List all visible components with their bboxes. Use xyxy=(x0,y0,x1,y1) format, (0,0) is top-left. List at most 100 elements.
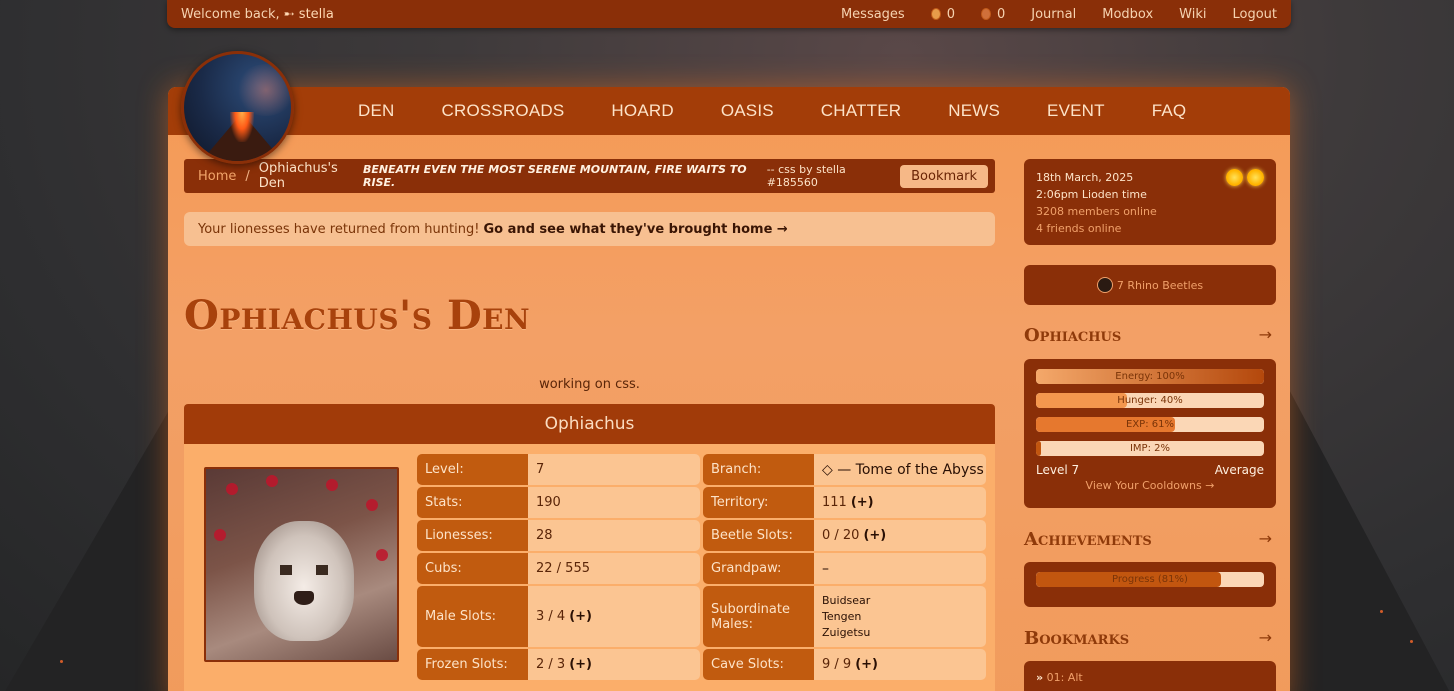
imp-bar: IMP: 2% xyxy=(1036,441,1264,456)
coin-icon xyxy=(930,8,941,20)
flower-decoration xyxy=(376,549,388,561)
arrow-right-icon[interactable]: → xyxy=(1259,529,1276,550)
lion-stats-grid: Level: 7 Branch: ◇ — Tome of the Abyss Sta… xyxy=(417,454,987,680)
subordinate-link[interactable]: Buidsear xyxy=(822,593,870,609)
nav-den[interactable]: DEN xyxy=(358,101,395,121)
den-quote: BENEATH EVEN THE MOST SERENE MOUNTAIN, F… xyxy=(363,163,747,189)
energy-bar: Energy: 100% xyxy=(1036,369,1264,384)
site-logo-avatar[interactable] xyxy=(181,51,294,164)
background-mountain-left xyxy=(0,400,175,691)
alert-link[interactable]: Go and see what they've brought home → xyxy=(483,222,787,237)
main-nav: DEN CROSSROADS HOARD OASIS CHATTER NEWS … xyxy=(168,87,1290,135)
stat-frozen-slots: Frozen Slots: 2 / 3 (+) xyxy=(417,649,700,680)
nav-oasis[interactable]: OASIS xyxy=(721,101,774,121)
welcome-message: Welcome back, ➸ stella xyxy=(181,6,334,22)
sidebar-bookmarks-title: Bookmarks → xyxy=(1024,628,1276,649)
stat-stats: Stats: 190 xyxy=(417,487,700,518)
stat-beetle-slots: Beetle Slots: 0 / 20 (+) xyxy=(703,520,986,551)
members-online[interactable]: 3208 members online xyxy=(1036,203,1264,220)
messages-link[interactable]: Messages xyxy=(841,7,905,22)
hunger-bar: Hunger: 40% xyxy=(1036,393,1264,408)
weather-indicator xyxy=(1226,169,1264,186)
breadcrumb-current: Ophiachus's Den xyxy=(258,161,338,191)
frozen-add-button[interactable]: (+) xyxy=(569,657,592,672)
alert-text: Your lionesses have returned from huntin… xyxy=(198,221,480,237)
lion-eyes xyxy=(280,565,328,575)
nav-event[interactable]: EVENT xyxy=(1047,101,1105,121)
nav-faq[interactable]: FAQ xyxy=(1152,101,1187,121)
mood-label: Average xyxy=(1214,463,1264,477)
beetles-box[interactable]: 7 Rhino Beetles xyxy=(1024,265,1276,305)
smoke-plume xyxy=(236,64,291,116)
nav-news[interactable]: NEWS xyxy=(948,101,1000,121)
breadcrumb-separator: / xyxy=(245,168,250,184)
den-status: working on css. xyxy=(539,377,640,392)
nav-chatter[interactable]: CHATTER xyxy=(821,101,901,121)
flower-decoration xyxy=(326,479,338,491)
beetle-count: 7 Rhino Beetles xyxy=(1116,278,1204,292)
ember-decoration xyxy=(1410,640,1413,643)
css-credit: -- css by stella #185560 xyxy=(766,163,846,189)
currency-gems[interactable]: 0 xyxy=(980,7,1005,22)
flower-decoration xyxy=(266,475,278,487)
lava-glow xyxy=(230,112,254,142)
flower-decoration xyxy=(214,529,226,541)
friends-online[interactable]: 4 friends online xyxy=(1036,220,1264,237)
stat-subordinates: Subordinate Males: Buidsear Tengen Zuige… xyxy=(703,586,986,647)
arrow-right-icon[interactable]: → xyxy=(1259,325,1276,346)
lion-face xyxy=(254,521,354,641)
lion-status-box: Energy: 100% Hunger: 40% EXP: 61% IMP: 2… xyxy=(1024,359,1276,508)
territory-add-button[interactable]: (+) xyxy=(851,495,874,510)
page-title: Ophiachus's Den xyxy=(184,292,531,339)
beetle-add-button[interactable]: (+) xyxy=(863,528,886,543)
stat-cave-slots: Cave Slots: 9 / 9 (+) xyxy=(703,649,986,680)
currency-gold[interactable]: 0 xyxy=(930,7,955,22)
ember-decoration xyxy=(60,660,63,663)
achievements-box: Progress (81%) xyxy=(1024,562,1276,607)
subordinate-link[interactable]: Tengen xyxy=(822,609,870,625)
journal-link[interactable]: Journal xyxy=(1031,7,1076,22)
logout-link[interactable]: Logout xyxy=(1232,7,1277,22)
sidebar-achievements-title: Achievements → xyxy=(1024,529,1276,550)
cave-add-button[interactable]: (+) xyxy=(855,657,878,672)
lion-card: Ophiachus Level: 7 Branch: ◇ — Tome of the… xyxy=(184,404,995,691)
beetle-icon xyxy=(1096,277,1113,293)
top-links: Messages 0 0 Journal Modbox Wiki Logout xyxy=(815,7,1277,22)
gem-icon xyxy=(980,8,991,20)
stat-level: Level: 7 xyxy=(417,454,700,485)
flower-decoration xyxy=(366,499,378,511)
arrow-right-icon[interactable]: → xyxy=(1259,628,1276,649)
flower-decoration xyxy=(226,483,238,495)
sidebar-lion-title: Ophiachus → xyxy=(1024,325,1276,346)
bookmark-button[interactable]: Bookmark xyxy=(900,164,988,188)
hunting-alert: Your lionesses have returned from huntin… xyxy=(184,212,995,246)
bookmark-item[interactable]: » 01: Alt xyxy=(1036,671,1264,684)
male-add-button[interactable]: (+) xyxy=(569,609,592,624)
breadcrumb: Home / Ophiachus's Den BENEATH EVEN THE … xyxy=(184,159,995,193)
level-row: Level 7 Average xyxy=(1036,463,1264,477)
bookmarks-box: » 01: Alt xyxy=(1024,661,1276,691)
exp-bar: EXP: 61% xyxy=(1036,417,1264,432)
lioden-time: 2:06pm Lioden time xyxy=(1036,188,1147,201)
stat-grandpaw: Grandpaw: – xyxy=(703,553,986,584)
sun-icon xyxy=(1247,169,1264,186)
sun-icon xyxy=(1226,169,1243,186)
breadcrumb-home[interactable]: Home xyxy=(198,169,236,184)
modbox-link[interactable]: Modbox xyxy=(1102,7,1153,22)
lion-image[interactable] xyxy=(204,467,399,662)
lion-name-header: Ophiachus xyxy=(184,404,995,444)
background-mountain-right xyxy=(1284,380,1454,691)
cooldowns-link[interactable]: View Your Cooldowns → xyxy=(1036,479,1264,492)
wiki-link[interactable]: Wiki xyxy=(1179,7,1206,22)
top-bar: Welcome back, ➸ stella Messages 0 0 Jour… xyxy=(167,0,1291,28)
branch-link[interactable]: ◇ — Tome of the Abyss xyxy=(814,454,986,485)
stat-male-slots: Male Slots: 3 / 4 (+) xyxy=(417,586,700,647)
site-info-box: 18th March, 2025 2:06pm Lioden time 3208… xyxy=(1024,159,1276,245)
nav-hoard[interactable]: HOARD xyxy=(611,101,673,121)
stat-cubs: Cubs: 22 / 555 xyxy=(417,553,700,584)
nav-crossroads[interactable]: CROSSROADS xyxy=(442,101,565,121)
lion-nose xyxy=(294,591,314,605)
username-link[interactable]: ➸ stella xyxy=(284,7,334,22)
level-label: Level 7 xyxy=(1036,463,1080,477)
subordinate-link[interactable]: Zuigetsu xyxy=(822,625,870,641)
